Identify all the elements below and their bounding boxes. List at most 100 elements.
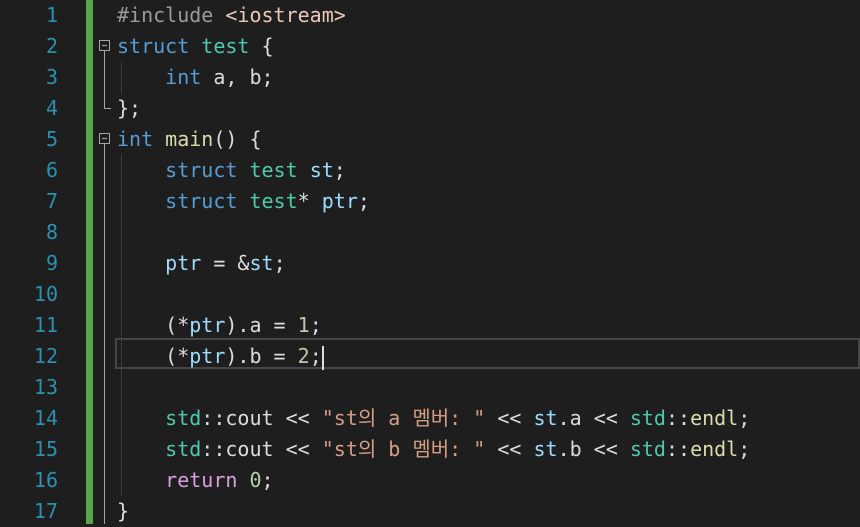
keyword: int <box>117 127 154 151</box>
code-text: << <box>273 437 322 461</box>
line-number: 9 <box>45 251 58 275</box>
code-text: .a <box>557 406 582 430</box>
line-number: 15 <box>33 437 58 461</box>
type-name: test <box>249 158 298 182</box>
keyword: struct <box>165 158 238 182</box>
line-number: 16 <box>33 468 58 492</box>
code-text: ; <box>261 468 274 492</box>
function-name: main <box>165 127 214 151</box>
code-text: (* <box>165 344 190 368</box>
code-text: ; <box>273 251 286 275</box>
include-header: <iostream> <box>225 3 346 27</box>
line-number: 5 <box>45 127 58 151</box>
code-text: ; <box>738 406 751 430</box>
line-number: 7 <box>45 189 58 213</box>
code-text: cout <box>225 437 274 461</box>
number-literal: 1 <box>297 313 310 337</box>
variable: st <box>533 437 558 461</box>
preprocessor-directive: #include <box>117 3 214 27</box>
variable: st <box>533 406 558 430</box>
code-text: << <box>581 406 630 430</box>
code-text: () { <box>213 127 262 151</box>
type-name: test <box>201 34 250 58</box>
line-number: 6 <box>45 158 58 182</box>
line-number: 1 <box>45 3 58 27</box>
code-text: << <box>273 406 322 430</box>
code-line-17: } <box>93 496 860 527</box>
code-line-1: #include <iostream> <box>93 0 860 31</box>
code-text: ; <box>357 189 370 213</box>
code-text: ).a = <box>225 313 298 337</box>
code-text: << <box>485 406 534 430</box>
code-editor[interactable]: #include <iostream> struct test { int a,… <box>93 0 860 524</box>
text-cursor <box>321 345 324 370</box>
variable: ptr <box>165 251 202 275</box>
code-text: * <box>297 189 310 213</box>
keyword: int <box>165 65 202 89</box>
code-line-4: }; <box>93 93 860 124</box>
line-number: 10 <box>33 282 58 306</box>
function-name: endl <box>690 437 739 461</box>
type-name: test <box>249 189 298 213</box>
code-text: ; <box>333 158 346 182</box>
code-text: a, b; <box>201 65 274 89</box>
variable: ptr <box>189 344 226 368</box>
keyword: struct <box>117 34 190 58</box>
variable: ptr <box>321 189 358 213</box>
code-line-9: ptr = &st; <box>93 248 860 279</box>
line-number: 13 <box>33 375 58 399</box>
namespace: std <box>165 437 202 461</box>
code-text: }; <box>117 96 142 120</box>
namespace: std <box>165 406 202 430</box>
code-text: ; <box>738 437 751 461</box>
code-text: ; <box>309 344 322 368</box>
line-number: 12 <box>33 344 58 368</box>
number-literal: 0 <box>249 468 262 492</box>
string-literal: "st의 b 멤버: " <box>321 437 486 461</box>
code-text: :: <box>201 406 226 430</box>
code-text: } <box>117 499 130 523</box>
code-line-14: std::cout << "st의 a 멤버: " << st.a << std… <box>93 403 860 434</box>
variable: st <box>249 251 274 275</box>
line-number: 2 <box>45 34 58 58</box>
code-text: = & <box>201 251 250 275</box>
code-line-7: struct test* ptr; <box>93 186 860 217</box>
code-line-6: struct test st; <box>93 155 860 186</box>
code-text: ).b = <box>225 344 298 368</box>
code-text: :: <box>201 437 226 461</box>
code-text: :: <box>665 437 691 461</box>
number-literal: 2 <box>297 344 310 368</box>
line-number: 8 <box>45 220 58 244</box>
namespace: std <box>629 406 666 430</box>
code-line-16: return 0; <box>93 465 860 496</box>
line-number: 14 <box>33 406 58 430</box>
line-number: 4 <box>45 96 58 120</box>
code-text: (* <box>165 313 190 337</box>
namespace: std <box>629 437 666 461</box>
line-number: 3 <box>45 65 58 89</box>
code-line-3: int a, b; <box>93 62 860 93</box>
code-line-5: int main() { <box>93 124 860 155</box>
code-text: ; <box>309 313 322 337</box>
code-text: << <box>485 437 534 461</box>
keyword: struct <box>165 189 238 213</box>
line-number: 17 <box>33 499 58 523</box>
keyword: return <box>165 468 238 492</box>
code-text: .b <box>557 437 582 461</box>
variable: st <box>309 158 334 182</box>
function-name: endl <box>690 406 739 430</box>
line-number-gutter: 1 2 3 4 5 6 7 8 9 10 11 12 13 14 15 16 1… <box>0 0 86 524</box>
change-tracking-bar <box>86 0 93 524</box>
code-line-12: (*ptr).b = 2; <box>93 341 860 372</box>
line-number: 11 <box>33 313 58 337</box>
string-literal: "st의 a 멤버: " <box>321 406 486 430</box>
code-text: cout <box>225 406 274 430</box>
variable: ptr <box>189 313 226 337</box>
code-text: :: <box>665 406 691 430</box>
code-line-15: std::cout << "st의 b 멤버: " << st.b << std… <box>93 434 860 465</box>
code-line-11: (*ptr).a = 1; <box>93 310 860 341</box>
code-text: << <box>581 437 630 461</box>
code-line-2: struct test { <box>93 31 860 62</box>
brace: { <box>261 34 274 58</box>
